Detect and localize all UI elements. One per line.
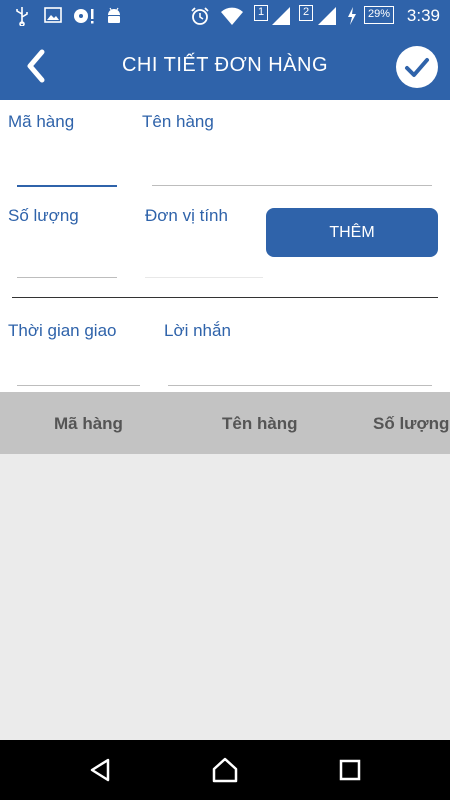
charging-icon (348, 7, 356, 25)
add-button[interactable]: THÊM (266, 208, 438, 257)
navigation-bar (0, 740, 450, 800)
page-title: CHI TIẾT ĐƠN HÀNG (121, 54, 329, 76)
status-bar: 1 2 29% 3:39 (0, 0, 450, 32)
form-divider (12, 297, 438, 298)
sim1-badge: 1 (254, 5, 268, 21)
column-header-so-luong: Số lượng (373, 414, 450, 433)
media-alert-icon (74, 9, 94, 24)
ten-hang-label: Tên hàng (142, 112, 214, 131)
table-header: Mã hàng Tên hàng Số lượng (0, 392, 450, 454)
android-icon (108, 7, 120, 23)
check-icon (405, 58, 429, 77)
home-icon (212, 757, 238, 783)
wifi-icon (221, 7, 243, 25)
confirm-button[interactable] (396, 46, 438, 88)
ma-hang-label: Mã hàng (8, 112, 75, 131)
square-icon (339, 759, 361, 781)
don-vi-tinh-input[interactable] (145, 249, 263, 278)
signal-icon (272, 7, 290, 25)
battery-indicator: 29% (364, 6, 394, 24)
ma-hang-input[interactable] (17, 157, 117, 187)
clock: 3:39 (406, 6, 440, 25)
loi-nhan-input[interactable] (168, 357, 432, 386)
nav-back-button[interactable] (84, 754, 116, 786)
column-header-ten-hang: Tên hàng (222, 414, 298, 433)
image-icon (44, 7, 62, 23)
so-luong-label: Số lượng (8, 206, 79, 225)
usb-icon (16, 7, 28, 26)
so-luong-input[interactable] (17, 249, 117, 278)
loi-nhan-label: Lời nhắn (164, 321, 231, 340)
triangle-back-icon (90, 758, 110, 782)
ten-hang-input[interactable] (152, 157, 432, 186)
table-body[interactable] (0, 454, 450, 740)
alarm-icon (191, 7, 209, 25)
thoi-gian-giao-label: Thời gian giao (8, 321, 117, 340)
app-bar: CHI TIẾT ĐƠN HÀNG (0, 32, 450, 100)
nav-recents-button[interactable] (334, 754, 366, 786)
column-header-ma-hang: Mã hàng (54, 414, 123, 433)
nav-home-button[interactable] (209, 754, 241, 786)
thoi-gian-giao-input[interactable] (17, 357, 140, 386)
don-vi-tinh-label: Đơn vị tính (145, 206, 228, 225)
signal-icon (318, 7, 336, 25)
sim2-badge: 2 (299, 5, 313, 21)
